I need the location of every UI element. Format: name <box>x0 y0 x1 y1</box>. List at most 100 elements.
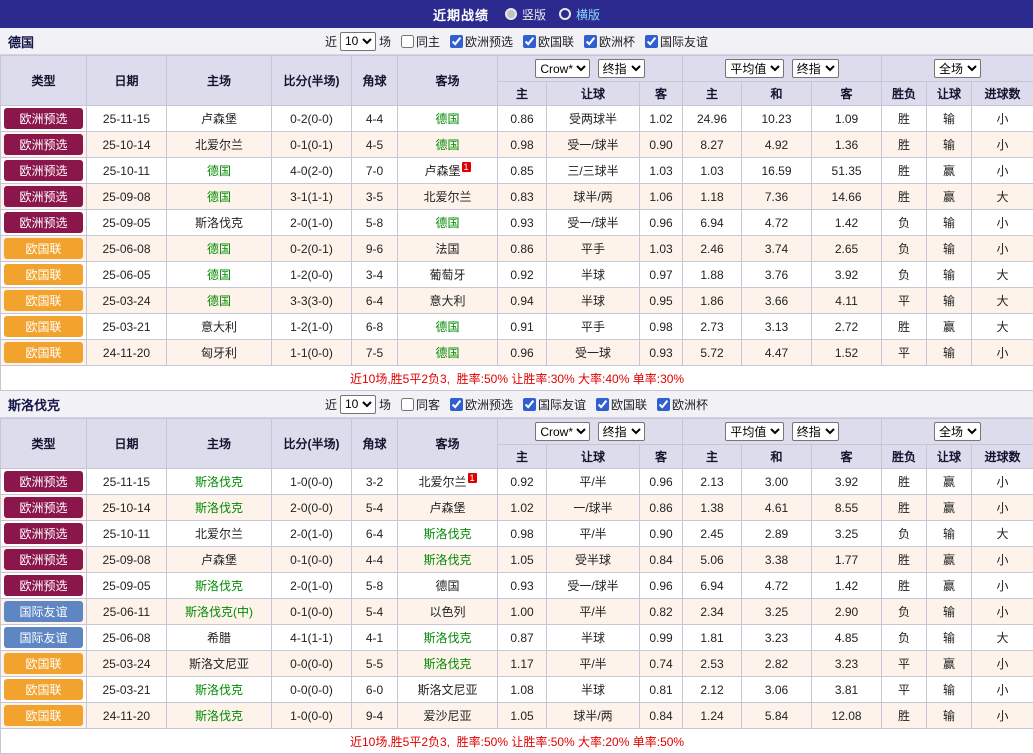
result-handicap: 赢 <box>927 158 972 184</box>
comp-filter[interactable]: 欧洲杯 <box>657 396 708 413</box>
comp-checkbox[interactable] <box>450 398 463 411</box>
same-venue-checkbox[interactable] <box>401 398 414 411</box>
home-team[interactable]: 德国 <box>167 158 272 184</box>
comp-checkbox[interactable] <box>584 35 597 48</box>
scope-select[interactable]: 全场 <box>934 59 981 78</box>
comp-checkbox[interactable] <box>523 35 536 48</box>
result-wdl: 负 <box>882 521 927 547</box>
away-team[interactable]: 北爱尔兰 <box>398 184 498 210</box>
recent-count-select[interactable]: 10 <box>340 395 376 414</box>
comp-checkbox[interactable] <box>450 35 463 48</box>
avg-draw: 4.72 <box>742 210 812 236</box>
handicap: 平手 <box>547 236 640 262</box>
away-team[interactable]: 德国 <box>398 573 498 599</box>
average-stage-select[interactable]: 终指 <box>792 422 839 441</box>
away-team[interactable]: 卢森堡 <box>398 495 498 521</box>
home-team[interactable]: 斯洛伐克 <box>167 677 272 703</box>
comp-filter[interactable]: 欧国联 <box>596 396 647 413</box>
away-team[interactable]: 以色列 <box>398 599 498 625</box>
away-team[interactable]: 卢森堡1 <box>398 158 498 184</box>
away-team[interactable]: 葡萄牙 <box>398 262 498 288</box>
same-venue-checkbox[interactable] <box>401 35 414 48</box>
odds-stage-select[interactable]: 终指 <box>598 422 645 441</box>
home-team[interactable]: 斯洛伐克 <box>167 495 272 521</box>
comp-checkbox[interactable] <box>596 398 609 411</box>
layout-vertical-label[interactable]: 竖版 <box>522 6 546 23</box>
home-team[interactable]: 德国 <box>167 236 272 262</box>
result-goals: 小 <box>972 651 1033 677</box>
away-team[interactable]: 斯洛伐克 <box>398 547 498 573</box>
comp-filter[interactable]: 国际友谊 <box>645 33 708 50</box>
home-team[interactable]: 德国 <box>167 262 272 288</box>
average-select[interactable]: 平均值 <box>725 422 784 441</box>
comp-filter[interactable]: 国际友谊 <box>523 396 586 413</box>
home-team[interactable]: 德国 <box>167 288 272 314</box>
result-wdl: 平 <box>882 651 927 677</box>
home-team[interactable]: 意大利 <box>167 314 272 340</box>
same-venue-filter[interactable]: 同客 <box>401 396 440 413</box>
match-date: 25-06-08 <box>87 625 167 651</box>
home-team[interactable]: 卢森堡 <box>167 547 272 573</box>
away-team[interactable]: 斯洛文尼亚 <box>398 677 498 703</box>
away-team[interactable]: 意大利 <box>398 288 498 314</box>
home-team[interactable]: 德国 <box>167 184 272 210</box>
comp-filter[interactable]: 欧国联 <box>523 33 574 50</box>
handicap: 受一/球半 <box>547 210 640 236</box>
avg-home: 2.45 <box>683 521 742 547</box>
home-team[interactable]: 匈牙利 <box>167 340 272 366</box>
comp-filter[interactable]: 欧洲预选 <box>450 396 513 413</box>
home-team[interactable]: 北爱尔兰 <box>167 521 272 547</box>
home-team[interactable]: 斯洛伐克 <box>167 573 272 599</box>
away-team[interactable]: 德国 <box>398 210 498 236</box>
away-team[interactable]: 德国 <box>398 340 498 366</box>
away-team[interactable]: 斯洛伐克 <box>398 521 498 547</box>
recent-count-select[interactable]: 10 <box>340 32 376 51</box>
away-team[interactable]: 德国 <box>398 314 498 340</box>
away-team[interactable]: 斯洛伐克 <box>398 651 498 677</box>
comp-checkbox[interactable] <box>523 398 536 411</box>
layout-horizontal-label[interactable]: 横版 <box>576 6 600 23</box>
average-select[interactable]: 平均值 <box>725 59 784 78</box>
home-team[interactable]: 斯洛伐克(中) <box>167 599 272 625</box>
home-team[interactable]: 卢森堡 <box>167 106 272 132</box>
odds-away: 1.02 <box>640 106 683 132</box>
score: 0-2(0-0) <box>272 106 352 132</box>
away-team[interactable]: 德国 <box>398 106 498 132</box>
radio-vertical-icon[interactable] <box>505 8 517 20</box>
home-team[interactable]: 斯洛文尼亚 <box>167 651 272 677</box>
comp-checkbox[interactable] <box>657 398 670 411</box>
result-handicap: 赢 <box>927 184 972 210</box>
odds-group-header: Crow* 终指 <box>498 56 683 82</box>
result-goals: 小 <box>972 469 1033 495</box>
away-team[interactable]: 爱沙尼亚 <box>398 703 498 729</box>
average-stage-select[interactable]: 终指 <box>792 59 839 78</box>
match-type-cell: 欧国联 <box>1 288 87 314</box>
comp-filter[interactable]: 欧洲预选 <box>450 33 513 50</box>
away-team[interactable]: 法国 <box>398 236 498 262</box>
odds-company-select[interactable]: Crow* <box>535 59 590 78</box>
away-team[interactable]: 德国 <box>398 132 498 158</box>
match-type-cell: 欧洲预选 <box>1 106 87 132</box>
comp-checkbox[interactable] <box>645 35 658 48</box>
home-team[interactable]: 斯洛伐克 <box>167 703 272 729</box>
same-venue-filter[interactable]: 同主 <box>401 33 440 50</box>
radio-horizontal-icon[interactable] <box>559 8 571 20</box>
avg-home: 1.88 <box>683 262 742 288</box>
col-header-avg-home: 主 <box>683 82 742 106</box>
scope-select[interactable]: 全场 <box>934 422 981 441</box>
comp-label: 欧洲预选 <box>465 396 513 413</box>
away-team[interactable]: 斯洛伐克 <box>398 625 498 651</box>
avg-home: 2.46 <box>683 236 742 262</box>
comp-filter[interactable]: 欧洲杯 <box>584 33 635 50</box>
away-team[interactable]: 北爱尔兰1 <box>398 469 498 495</box>
home-team[interactable]: 希腊 <box>167 625 272 651</box>
odds-away: 0.86 <box>640 495 683 521</box>
odds-company-select[interactable]: Crow* <box>535 422 590 441</box>
home-team[interactable]: 斯洛伐克 <box>167 469 272 495</box>
odds-away: 1.03 <box>640 236 683 262</box>
recent-results-table: 类型 日期 主场 比分(半场) 角球 客场 Crow* 终指 平均值 终指 <box>0 55 1033 391</box>
comp-label: 欧洲预选 <box>465 33 513 50</box>
odds-stage-select[interactable]: 终指 <box>598 59 645 78</box>
home-team[interactable]: 北爱尔兰 <box>167 132 272 158</box>
home-team[interactable]: 斯洛伐克 <box>167 210 272 236</box>
